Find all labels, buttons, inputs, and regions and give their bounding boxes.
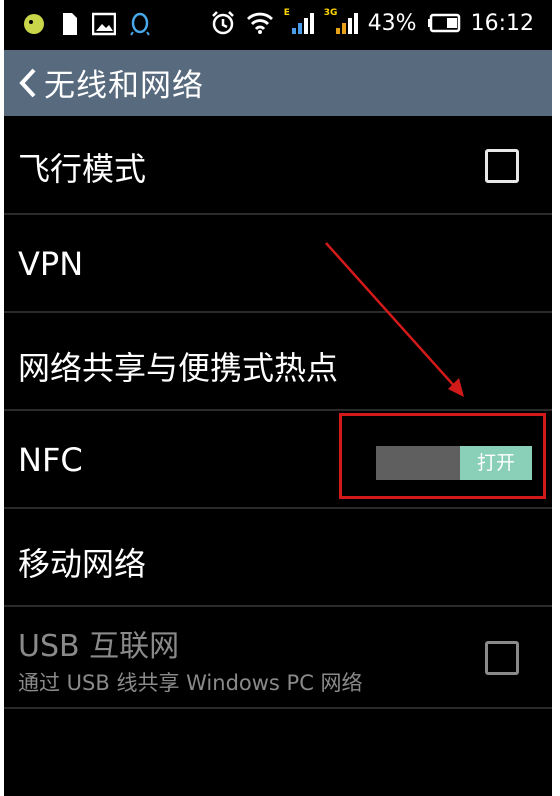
screen: E 3G 43% 16:12 无线和网络 飞行模式 VPN 网络共享与便携式热点… bbox=[4, 0, 552, 796]
annotation-arrow-icon bbox=[325, 242, 464, 397]
